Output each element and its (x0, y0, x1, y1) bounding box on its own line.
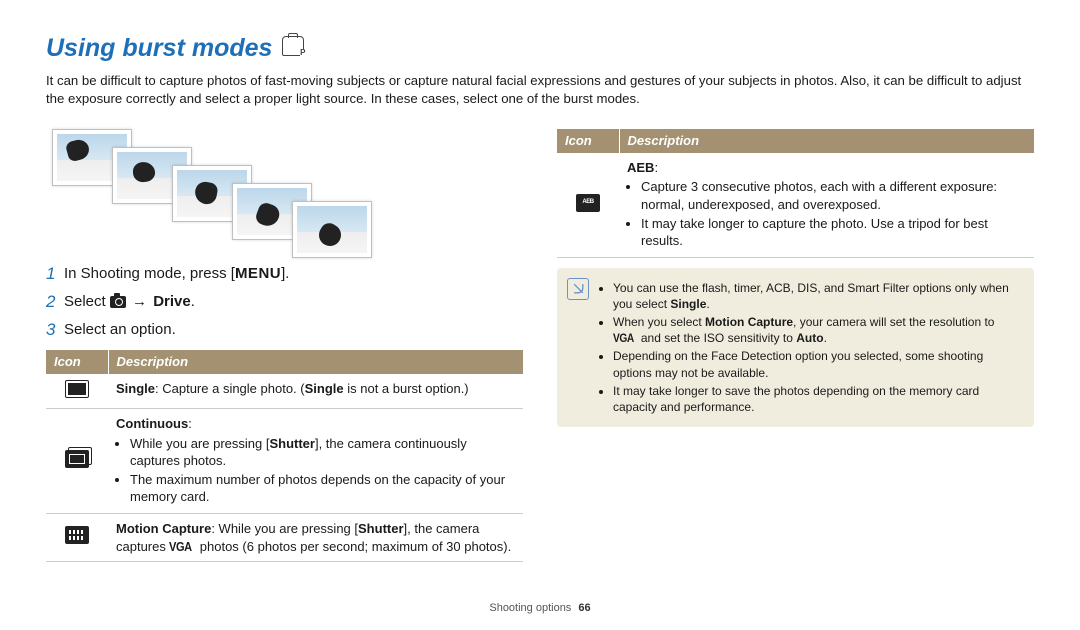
note-icon (567, 278, 589, 300)
left-column: 1 In Shooting mode, press [MENU]. 2 Sele… (46, 121, 523, 562)
step-number: 3 (46, 319, 64, 342)
title-row: Using burst modes (46, 32, 1034, 66)
th-description: Description (108, 350, 523, 374)
page-footer: Shooting options 66 (0, 601, 1080, 616)
th-icon: Icon (46, 350, 108, 374)
row-continuous: Continuous: While you are pressing [Shut… (46, 409, 523, 514)
th-description: Description (619, 129, 1034, 153)
row-single: Single: Capture a single photo. (Single … (46, 374, 523, 409)
steps-list: 1 In Shooting mode, press [MENU]. 2 Sele… (46, 263, 523, 342)
options-table-right: Icon Description AEB: Capture 3 consecut… (557, 129, 1034, 257)
right-column: Icon Description AEB: Capture 3 consecut… (557, 121, 1034, 562)
desc-continuous: Continuous: While you are pressing [Shut… (108, 409, 523, 514)
th-icon: Icon (557, 129, 619, 153)
note-item: You can use the flash, timer, ACB, DIS, … (613, 280, 1022, 312)
step-3: 3 Select an option. (46, 319, 523, 342)
step-number: 1 (46, 263, 64, 286)
step-number: 2 (46, 291, 64, 314)
motion-capture-icon (65, 526, 89, 544)
step-2: 2 Select → Drive. (46, 291, 523, 314)
note-item: Depending on the Face Detection option y… (613, 348, 1022, 380)
note-item: When you select Motion Capture, your cam… (613, 314, 1022, 346)
mode-p-camera-icon (282, 36, 304, 56)
vga-icon: VGA (169, 538, 192, 556)
page-title: Using burst modes (46, 32, 272, 66)
desc-motion-capture: Motion Capture: While you are pressing [… (108, 514, 523, 562)
single-shot-icon (65, 380, 89, 398)
row-aeb: AEB: Capture 3 consecutive photos, each … (557, 153, 1034, 257)
note-box: You can use the flash, timer, ACB, DIS, … (557, 268, 1034, 428)
footer-section: Shooting options (489, 602, 571, 614)
page-number: 66 (578, 602, 590, 614)
burst-illustration (46, 127, 523, 257)
options-table-left: Icon Description Single: Capture a singl… (46, 350, 523, 562)
note-list: You can use the flash, timer, ACB, DIS, … (599, 278, 1022, 418)
step-text: Select → Drive. (64, 291, 195, 312)
vga-icon: VGA (613, 330, 634, 346)
continuous-icon (65, 450, 89, 468)
desc-aeb: AEB: Capture 3 consecutive photos, each … (619, 153, 1034, 257)
columns: 1 In Shooting mode, press [MENU]. 2 Sele… (46, 121, 1034, 562)
aeb-icon (576, 194, 600, 212)
step-text: Select an option. (64, 319, 176, 340)
camera-icon (110, 296, 126, 308)
intro-paragraph: It can be difficult to capture photos of… (46, 72, 1034, 108)
manual-page: Using burst modes It can be difficult to… (0, 0, 1080, 630)
step-text: In Shooting mode, press [MENU]. (64, 263, 289, 284)
note-item: It may take longer to save the photos de… (613, 383, 1022, 415)
thumb-5 (292, 201, 372, 258)
step-1: 1 In Shooting mode, press [MENU]. (46, 263, 523, 286)
desc-single: Single: Capture a single photo. (Single … (108, 374, 523, 409)
row-motion-capture: Motion Capture: While you are pressing [… (46, 514, 523, 562)
menu-key-icon: MENU (235, 265, 281, 282)
